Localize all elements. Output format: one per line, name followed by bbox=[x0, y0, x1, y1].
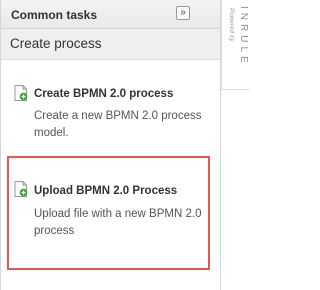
task-create-bpmn-process[interactable]: Create BPMN 2.0 process Create a new BPM… bbox=[1, 80, 220, 150]
screen: Common tasks » Create process Create BPM… bbox=[0, 0, 250, 290]
brand-strip: Powered by INRULE bbox=[221, 0, 250, 90]
section-title: Create process bbox=[10, 36, 102, 51]
panel-title: Common tasks bbox=[11, 8, 98, 22]
document-add-icon bbox=[14, 85, 28, 101]
document-add-icon bbox=[14, 181, 28, 197]
common-tasks-panel: Common tasks » Create process Create BPM… bbox=[0, 0, 221, 290]
collapse-panel-button[interactable]: » bbox=[176, 6, 190, 20]
brand-logo-text: INRULE bbox=[238, 6, 249, 67]
task-description: Create a new BPMN 2.0 process model. bbox=[34, 110, 202, 139]
task-upload-bpmn-process[interactable]: Upload BPMN 2.0 Process Upload file with… bbox=[1, 156, 220, 270]
panel-header: Common tasks » bbox=[1, 0, 220, 29]
task-description: Upload file with a new BPMN 2.0 process bbox=[34, 208, 202, 237]
section-header: Create process bbox=[1, 29, 220, 60]
task-title[interactable]: Upload BPMN 2.0 Process bbox=[34, 185, 177, 197]
task-title[interactable]: Create BPMN 2.0 process bbox=[34, 88, 173, 100]
